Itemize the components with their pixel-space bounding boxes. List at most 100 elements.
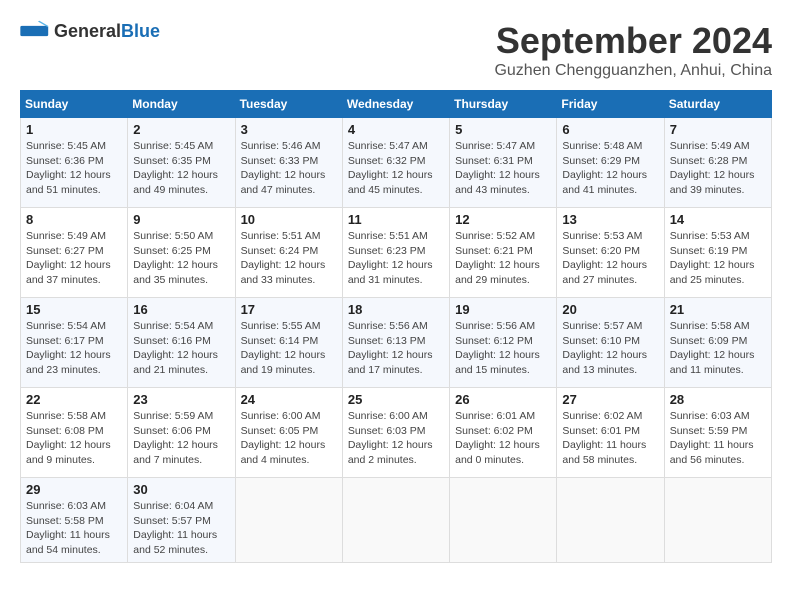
day-info: Sunrise: 5:52 AMSunset: 6:21 PMDaylight:… [455,229,551,288]
day-number: 12 [455,212,551,227]
calendar-cell: 13Sunrise: 5:53 AMSunset: 6:20 PMDayligh… [557,208,664,298]
calendar-cell: 5 Sunrise: 5:47 AMSunset: 6:31 PMDaylight… [450,118,557,208]
day-info: Sunrise: 5:54 AMSunset: 6:16 PMDaylight:… [133,319,229,378]
calendar-cell [557,478,664,563]
calendar-cell: 8 Sunrise: 5:49 AMSunset: 6:27 PMDaylight… [21,208,128,298]
day-info: Sunrise: 5:56 AMSunset: 6:13 PMDaylight:… [348,319,444,378]
day-number: 11 [348,212,444,227]
day-number: 29 [26,482,122,497]
day-info: Sunrise: 5:50 AMSunset: 6:25 PMDaylight:… [133,229,229,288]
calendar-cell: 21 Sunrise: 5:58 AMSunset: 6:09 PMDayligh… [664,298,771,388]
day-info: Sunrise: 5:49 AMSunset: 6:27 PMDaylight:… [26,229,122,288]
day-number: 16 [133,302,229,317]
day-info: Sunrise: 5:59 AMSunset: 6:06 PMDaylight:… [133,409,229,468]
day-info: Sunrise: 5:54 AMSunset: 6:17 PMDaylight:… [26,319,122,378]
location-text: Guzhen Chengguanzhen, Anhui, China [494,62,772,80]
day-info: Sunrise: 5:56 AMSunset: 6:12 PMDaylight:… [455,319,551,378]
logo-icon [20,20,50,42]
day-info: Sunrise: 5:47 AMSunset: 6:31 PMDaylight:… [455,139,551,198]
day-info: Sunrise: 5:55 AMSunset: 6:14 PMDaylight:… [241,319,337,378]
calendar-cell: 24 Sunrise: 6:00 AMSunset: 6:05 PMDayligh… [235,388,342,478]
day-number: 9 [133,212,229,227]
day-info: Sunrise: 6:02 AMSunset: 6:01 PMDaylight:… [562,409,658,468]
day-info: Sunrise: 6:00 AMSunset: 6:05 PMDaylight:… [241,409,337,468]
calendar-cell: 15Sunrise: 5:54 AMSunset: 6:17 PMDayligh… [21,298,128,388]
day-number: 17 [241,302,337,317]
calendar-cell: 29 Sunrise: 6:03 AMSunset: 5:58 PMDayligh… [21,478,128,563]
day-number: 19 [455,302,551,317]
day-info: Sunrise: 5:45 AMSunset: 6:35 PMDaylight:… [133,139,229,198]
day-info: Sunrise: 6:03 AMSunset: 5:58 PMDaylight:… [26,499,122,558]
calendar-cell: 14Sunrise: 5:53 AMSunset: 6:19 PMDayligh… [664,208,771,298]
day-number: 30 [133,482,229,497]
calendar-cell: 3 Sunrise: 5:46 AMSunset: 6:33 PMDaylight… [235,118,342,208]
day-info: Sunrise: 5:46 AMSunset: 6:33 PMDaylight:… [241,139,337,198]
day-number: 6 [562,122,658,137]
day-info: Sunrise: 5:57 AMSunset: 6:10 PMDaylight:… [562,319,658,378]
day-number: 23 [133,392,229,407]
day-number: 13 [562,212,658,227]
calendar-cell [450,478,557,563]
calendar-header-wednesday: Wednesday [342,91,449,118]
calendar-cell: 9 Sunrise: 5:50 AMSunset: 6:25 PMDaylight… [128,208,235,298]
calendar-cell: 20 Sunrise: 5:57 AMSunset: 6:10 PMDayligh… [557,298,664,388]
day-info: Sunrise: 6:04 AMSunset: 5:57 PMDaylight:… [133,499,229,558]
day-number: 10 [241,212,337,227]
calendar-cell: 17 Sunrise: 5:55 AMSunset: 6:14 PMDayligh… [235,298,342,388]
calendar-cell: 2 Sunrise: 5:45 AMSunset: 6:35 PMDaylight… [128,118,235,208]
calendar-header-saturday: Saturday [664,91,771,118]
day-number: 27 [562,392,658,407]
day-number: 2 [133,122,229,137]
calendar-week-row: 1 Sunrise: 5:45 AMSunset: 6:36 PMDaylight… [21,118,772,208]
day-number: 22 [26,392,122,407]
day-info: Sunrise: 5:58 AMSunset: 6:09 PMDaylight:… [670,319,766,378]
calendar-cell [664,478,771,563]
calendar-cell: 22 Sunrise: 5:58 AMSunset: 6:08 PMDayligh… [21,388,128,478]
day-number: 4 [348,122,444,137]
calendar-header-tuesday: Tuesday [235,91,342,118]
calendar-week-row: 15Sunrise: 5:54 AMSunset: 6:17 PMDayligh… [21,298,772,388]
calendar-header-sunday: Sunday [21,91,128,118]
calendar-cell: 1 Sunrise: 5:45 AMSunset: 6:36 PMDaylight… [21,118,128,208]
day-number: 1 [26,122,122,137]
day-info: Sunrise: 6:01 AMSunset: 6:02 PMDaylight:… [455,409,551,468]
calendar-header-friday: Friday [557,91,664,118]
month-year-title: September 2024 [494,20,772,62]
calendar-cell [342,478,449,563]
day-info: Sunrise: 5:58 AMSunset: 6:08 PMDaylight:… [26,409,122,468]
title-block: September 2024 Guzhen Chengguanzhen, Anh… [494,20,772,80]
calendar-cell: 10 Sunrise: 5:51 AMSunset: 6:24 PMDayligh… [235,208,342,298]
day-info: Sunrise: 5:45 AMSunset: 6:36 PMDaylight:… [26,139,122,198]
day-number: 28 [670,392,766,407]
day-number: 8 [26,212,122,227]
calendar-cell: 28Sunrise: 6:03 AMSunset: 5:59 PMDayligh… [664,388,771,478]
day-number: 5 [455,122,551,137]
day-info: Sunrise: 5:53 AMSunset: 6:19 PMDaylight:… [670,229,766,288]
calendar-cell: 18 Sunrise: 5:56 AMSunset: 6:13 PMDayligh… [342,298,449,388]
calendar-week-row: 8 Sunrise: 5:49 AMSunset: 6:27 PMDaylight… [21,208,772,298]
calendar-cell: 7Sunrise: 5:49 AMSunset: 6:28 PMDaylight… [664,118,771,208]
calendar-cell: 25Sunrise: 6:00 AMSunset: 6:03 PMDayligh… [342,388,449,478]
page-header: General Blue September 2024 Guzhen Cheng… [20,20,772,80]
calendar-cell: 30 Sunrise: 6:04 AMSunset: 5:57 PMDayligh… [128,478,235,563]
day-number: 3 [241,122,337,137]
day-info: Sunrise: 5:47 AMSunset: 6:32 PMDaylight:… [348,139,444,198]
day-number: 26 [455,392,551,407]
day-info: Sunrise: 6:00 AMSunset: 6:03 PMDaylight:… [348,409,444,468]
calendar-header-row: SundayMondayTuesdayWednesdayThursdayFrid… [21,91,772,118]
day-info: Sunrise: 5:48 AMSunset: 6:29 PMDaylight:… [562,139,658,198]
calendar-table: SundayMondayTuesdayWednesdayThursdayFrid… [20,90,772,563]
calendar-header-thursday: Thursday [450,91,557,118]
calendar-cell: 19 Sunrise: 5:56 AMSunset: 6:12 PMDayligh… [450,298,557,388]
day-number: 18 [348,302,444,317]
calendar-cell: 26 Sunrise: 6:01 AMSunset: 6:02 PMDayligh… [450,388,557,478]
calendar-cell: 4 Sunrise: 5:47 AMSunset: 6:32 PMDaylight… [342,118,449,208]
day-info: Sunrise: 5:49 AMSunset: 6:28 PMDaylight:… [670,139,766,198]
day-number: 21 [670,302,766,317]
calendar-cell: 11Sunrise: 5:51 AMSunset: 6:23 PMDayligh… [342,208,449,298]
day-number: 20 [562,302,658,317]
calendar-week-row: 22 Sunrise: 5:58 AMSunset: 6:08 PMDayligh… [21,388,772,478]
day-info: Sunrise: 5:51 AMSunset: 6:24 PMDaylight:… [241,229,337,288]
day-number: 24 [241,392,337,407]
calendar-week-row: 29 Sunrise: 6:03 AMSunset: 5:58 PMDayligh… [21,478,772,563]
